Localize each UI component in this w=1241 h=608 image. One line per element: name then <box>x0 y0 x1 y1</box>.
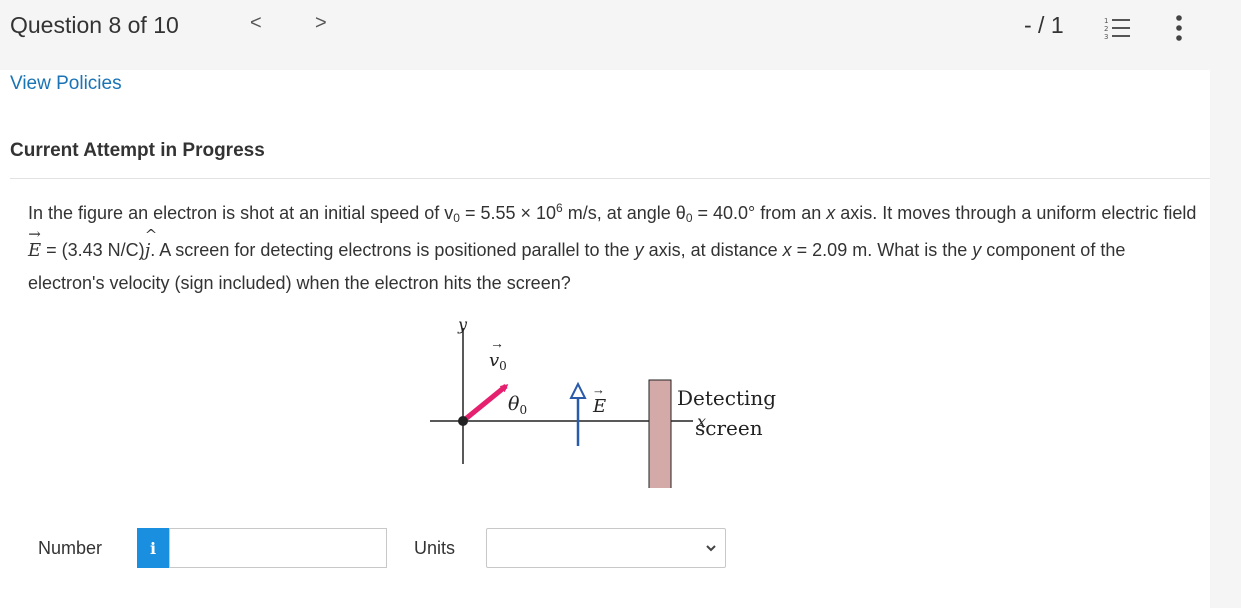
number-input[interactable] <box>169 528 387 568</box>
view-policies-link[interactable]: View Policies <box>10 73 122 95</box>
number-label: Number <box>38 538 103 558</box>
field-vector-symbol: E <box>28 218 41 267</box>
svg-text:2: 2 <box>1104 25 1108 33</box>
field-arrow-head <box>569 381 587 399</box>
screen-label-line1: Detecting <box>677 386 776 410</box>
more-options-icon[interactable] <box>1172 14 1186 42</box>
score-display: - / 1 <box>1024 12 1064 38</box>
electron <box>458 416 468 426</box>
svg-text:3: 3 <box>1104 33 1108 40</box>
attempt-heading: Current Attempt in Progress <box>10 140 265 161</box>
question-text: In the figure an electron is shot at an … <box>28 192 1198 299</box>
numbered-list-icon[interactable]: 1 2 3 <box>1103 16 1131 40</box>
unit-vector-j: j <box>145 219 151 267</box>
detecting-screen <box>648 379 672 488</box>
previous-question-button[interactable]: < <box>250 12 262 35</box>
question-header: Question 8 of 10 < > - / 1 1 2 3 <box>0 0 1241 70</box>
next-question-button[interactable]: > <box>315 12 327 35</box>
divider <box>10 178 1210 179</box>
velocity-arrow <box>461 384 509 423</box>
y-axis-label: y <box>457 315 468 334</box>
question-panel: View Policies Current Attempt in Progres… <box>0 70 1210 608</box>
velocity-label: v0 <box>489 350 507 373</box>
svg-text:1: 1 <box>1104 17 1108 25</box>
chevron-down-icon <box>706 545 716 552</box>
velocity-arrow-symbol: → <box>490 335 504 351</box>
units-dropdown[interactable] <box>486 528 726 568</box>
info-icon[interactable]: i <box>137 528 169 568</box>
question-counter: Question 8 of 10 <box>10 12 179 38</box>
screen-label-line2: screen <box>695 416 763 440</box>
angle-label: θ0 <box>508 393 527 417</box>
physics-figure: y x → v0 θ0 → E Detecting screen <box>430 315 776 488</box>
units-label: Units <box>414 538 456 558</box>
field-arrow-symbol: → <box>592 382 605 397</box>
field-label: E <box>592 396 606 417</box>
